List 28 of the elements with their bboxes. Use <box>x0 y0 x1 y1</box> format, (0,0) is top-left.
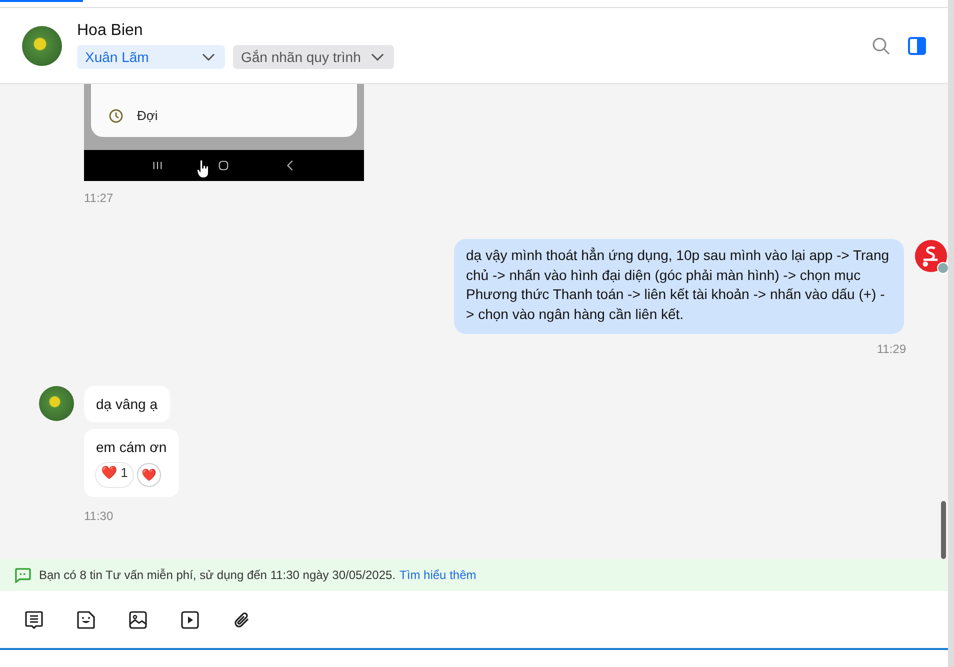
react-button[interactable]: ❤ <box>136 463 161 487</box>
screenshot-image[interactable]: Đợi <box>84 84 364 181</box>
message-bubble: dạ vậy mình thoát hẳn ứng dụng, 10p sau mình vào lại app -> Trang chủ -> nhấn vào hình đại diện (góc phải màn hình) -> chọn mục Phương thức Thanh toán -> liên kết tài khoản -> nhấn vào dấu (+) -> chọn vào ngân hàng cần liên kết. <box>454 239 904 334</box>
assignee-dropdown[interactable]: Xuân Lãm <box>77 45 225 69</box>
video-icon[interactable] <box>180 610 200 630</box>
message-time: 11:30 <box>84 509 114 523</box>
contact-avatar <box>39 386 74 421</box>
sidebar-toggle-icon[interactable] <box>908 36 926 54</box>
hand-cursor-icon <box>196 159 210 179</box>
chat-bubble-icon <box>14 568 31 582</box>
message-text: em cám ơn <box>96 439 167 455</box>
contact-avatar <box>22 26 62 66</box>
free-messages-notice: Bạn có 8 tin Tư vấn miễn phí, sử dụng đến 11:30 ngày 30/05/2025. <box>39 568 396 582</box>
message-time: 11:27 <box>84 191 114 205</box>
image-icon[interactable] <box>128 610 148 630</box>
menu-item-text: Đợi <box>137 108 158 123</box>
search-icon[interactable] <box>872 36 890 54</box>
label-dropdown[interactable]: Gắn nhãn quy trình <box>233 45 394 69</box>
sticker-icon[interactable] <box>76 610 96 630</box>
learn-more-link[interactable]: Tìm hiểu thêm <box>400 568 476 582</box>
reaction-chip[interactable]: ❤ 1 <box>96 463 133 487</box>
chevron-down-icon <box>370 53 384 61</box>
chevron-down-icon <box>202 53 215 61</box>
clock-icon <box>109 108 123 122</box>
message-text: dạ vâng ạ <box>96 396 158 412</box>
message-template-icon[interactable] <box>24 610 44 630</box>
message-time: 11:29 <box>876 342 906 356</box>
contact-name: Hoa Bien <box>77 22 144 40</box>
